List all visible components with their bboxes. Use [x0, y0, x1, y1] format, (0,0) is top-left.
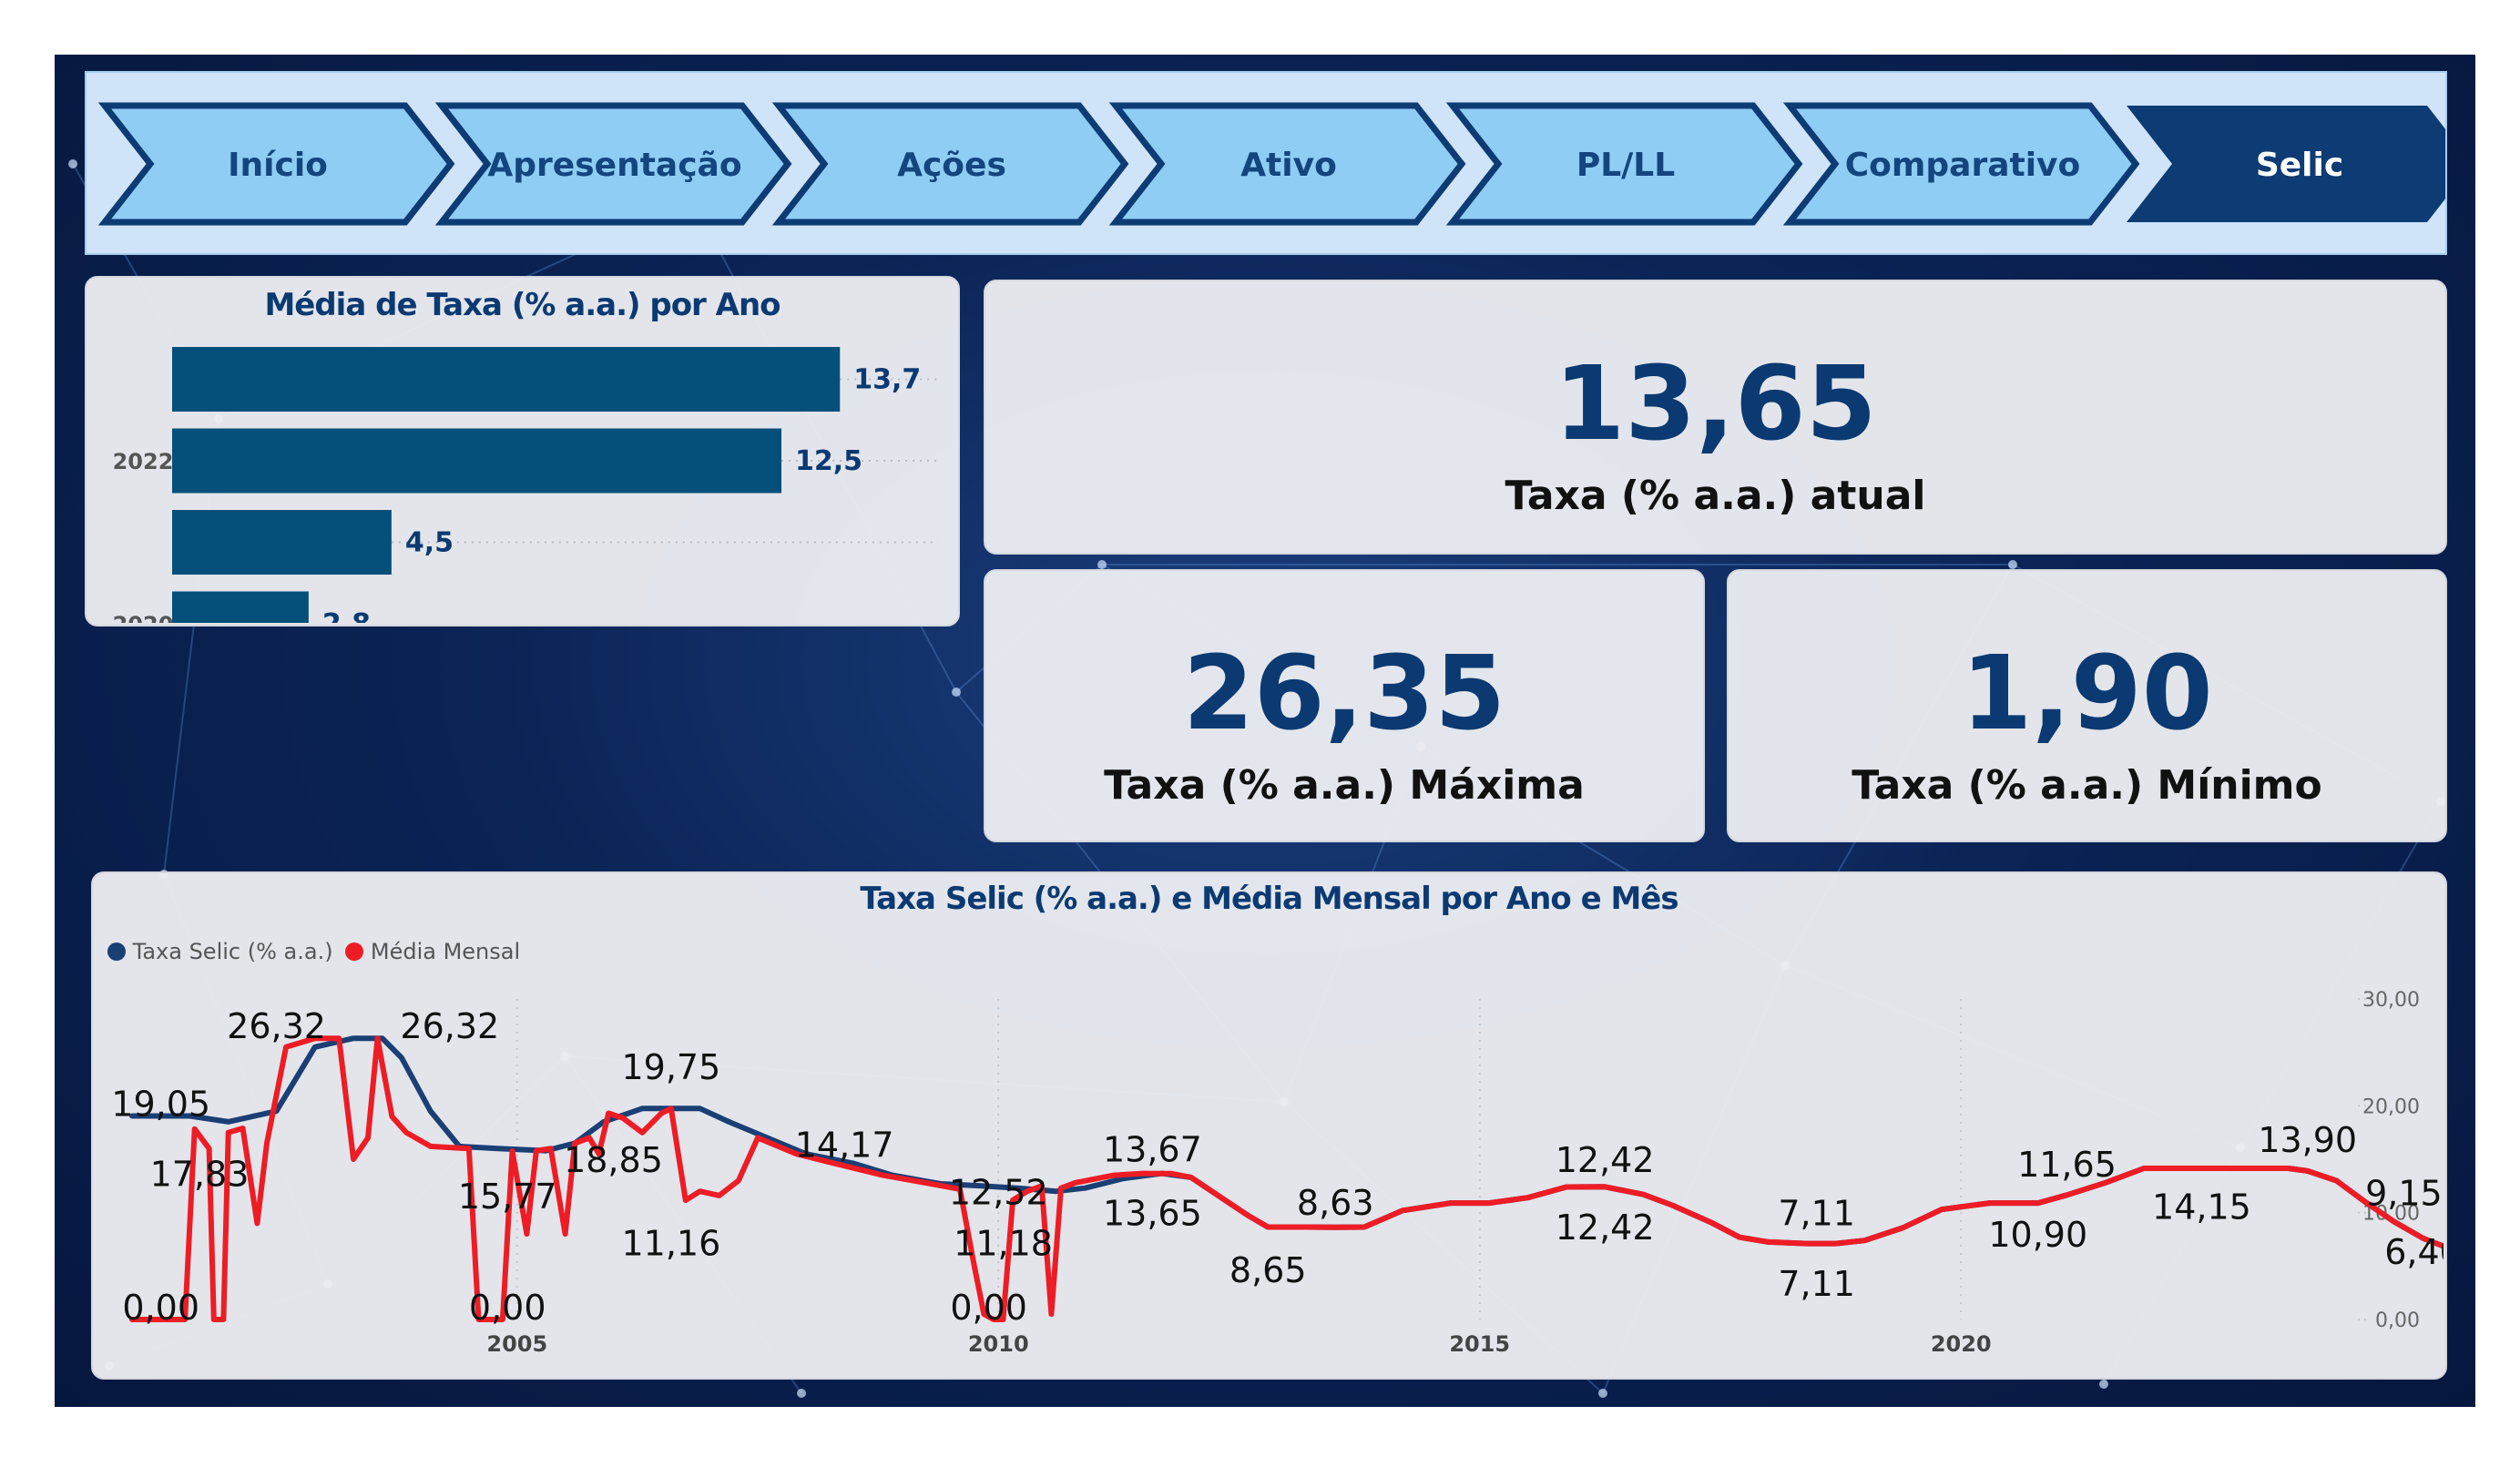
bar-2020 [172, 591, 309, 623]
data-label: 8,65 [1229, 1250, 1307, 1290]
navigation-bar: Início Apresentação Ações Ativo PL/LL Compara… [85, 71, 2447, 255]
nav-item-comparativo[interactable]: Comparativo [1782, 102, 2140, 226]
y-tick-label: 2022 [113, 449, 174, 474]
network-node [1097, 560, 1107, 569]
data-label: 7,11 [1778, 1194, 1855, 1234]
nav-item-label: Apresentação [487, 147, 741, 184]
data-label: 6,40 [2384, 1232, 2443, 1272]
nav-item-label: Comparativo [1845, 147, 2081, 184]
x-tick-label: 2005 [486, 1331, 547, 1357]
x-tick-label: 2020 [1931, 1331, 1992, 1357]
network-node [797, 1389, 806, 1398]
bar-value-label: 13,7 [853, 364, 921, 396]
data-label: 13,90 [2258, 1120, 2357, 1160]
bar-2023 [172, 347, 841, 412]
network-node [2099, 1380, 2108, 1389]
bar-value-label: 2,8 [322, 608, 371, 623]
kpi-atual-label: Taxa (% a.a.) atual [1505, 473, 1926, 519]
y-tick-label: 20,00 [2362, 1095, 2420, 1118]
x-tick-label: 2010 [968, 1331, 1029, 1357]
x-tick-label: 2015 [1449, 1331, 1510, 1357]
nav-item-ativo[interactable]: Ativo [1108, 102, 1466, 226]
kpi-minimo-value: 1,90 [1961, 635, 2213, 753]
nav-item-label: Ativo [1240, 147, 1337, 184]
data-label: 11,18 [954, 1224, 1053, 1264]
dashboard-background: Início Apresentação Ações Ativo PL/LL Compara… [55, 55, 2475, 1407]
kpi-minimo-label: Taxa (% a.a.) Mínimo [1852, 762, 2322, 809]
data-label: 26,32 [400, 1006, 499, 1046]
nav-item-pl-ll[interactable]: PL/LL [1445, 102, 1803, 226]
data-label: 13,67 [1103, 1129, 1202, 1169]
y-tick-label: 2020 [113, 612, 174, 623]
network-node [2008, 560, 2017, 569]
data-label: 11,65 [2017, 1145, 2117, 1185]
data-label: 12,42 [1556, 1207, 1655, 1248]
data-label: 11,16 [621, 1224, 720, 1264]
data-label: 19,75 [621, 1047, 720, 1087]
network-node [1598, 1389, 1607, 1398]
data-label: 13,65 [1103, 1194, 1202, 1234]
network-node [68, 159, 77, 168]
data-label: 19,05 [111, 1084, 210, 1124]
bar-2021 [172, 510, 392, 575]
data-label: 18,85 [564, 1140, 663, 1180]
data-label: 0,00 [122, 1288, 199, 1328]
navigation-chevrons: Início Apresentação Ações Ativo PL/LL Compara… [97, 102, 2445, 226]
kpi-maxima-label: Taxa (% a.a.) Máxima [1104, 762, 1585, 809]
nav-item-label: Início [228, 147, 328, 184]
kpi-atual-value: 13,65 [1554, 345, 1877, 464]
nav-item-in-cio[interactable]: Início [97, 102, 455, 226]
network-node [952, 688, 961, 697]
nav-item-label: Ações [897, 147, 1006, 184]
line-chart-panel: Taxa Selic (% a.a.) e Média Mensal por A… [91, 871, 2447, 1380]
data-label: 14,17 [795, 1126, 894, 1166]
data-label: 12,52 [949, 1172, 1048, 1212]
y-tick-label: 30,00 [2362, 989, 2420, 1012]
data-label: 26,32 [227, 1006, 326, 1046]
nav-item-selic[interactable]: Selic [2127, 106, 2445, 222]
kpi-atual-card: 13,65 Taxa (% a.a.) atual [984, 280, 2447, 555]
nav-item-apresenta-o[interactable]: Apresentação [434, 102, 792, 226]
data-label: 0,00 [469, 1288, 546, 1328]
bar-value-label: 12,5 [795, 445, 862, 477]
bar-chart: 13,712,520224,52,820205,96,52018 [113, 347, 938, 623]
data-label: 9,15 [2365, 1173, 2443, 1213]
data-label: 14,15 [2152, 1187, 2251, 1228]
data-label: 0,00 [950, 1288, 1027, 1328]
bar-value-label: 4,5 [405, 527, 454, 559]
bar-chart-panel: Média de Taxa (% a.a.) por Ano 13,7 12,5 2… [85, 276, 960, 627]
y-tick-label: 0,00 [2375, 1309, 2420, 1332]
data-label: 8,63 [1297, 1183, 1374, 1223]
nav-item-label: PL/LL [1576, 147, 1675, 184]
data-label: 17,83 [150, 1154, 250, 1194]
kpi-minimo-card: 1,90 Taxa (% a.a.) Mínimo [1727, 569, 2447, 842]
line-chart: 2005 2010 2015 20200,0010,0020,0030,0026,32… [111, 989, 2443, 1357]
kpi-maxima-value: 26,35 [1182, 635, 1506, 753]
nav-item-label: Selic [2256, 147, 2343, 184]
kpi-maxima-card: 26,35 Taxa (% a.a.) Máxima [984, 569, 1705, 842]
data-label: 7,11 [1778, 1264, 1855, 1304]
data-label: 15,77 [458, 1177, 557, 1217]
nav-item-a-es[interactable]: Ações [771, 102, 1129, 226]
data-label: 12,42 [1556, 1140, 1655, 1180]
bar-2022 [172, 428, 782, 494]
data-label: 10,90 [1988, 1215, 2087, 1255]
